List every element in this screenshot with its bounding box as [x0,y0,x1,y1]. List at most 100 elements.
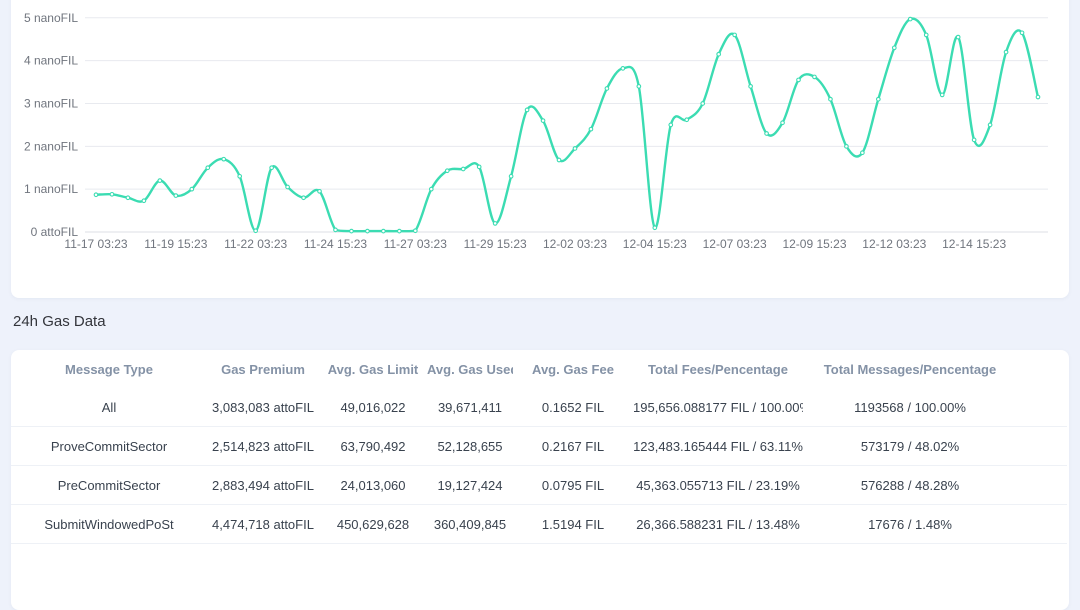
data-point [749,85,753,89]
table-cell: 63,790,492 [319,427,427,466]
table-cell: 26,366.588231 FIL / 13.48% [633,505,803,544]
table-cell: 360,409,845 [427,505,513,544]
data-point [414,229,418,233]
table-cell: 573179 / 48.02% [803,427,1067,466]
x-axis-label: 12-12 03:23 [862,237,926,251]
table-cell: 17676 / 1.48% [803,505,1067,544]
data-point [382,229,386,233]
data-point [190,187,194,191]
data-point [1004,50,1008,54]
data-point [924,33,928,37]
data-point [94,193,98,197]
x-axis-label: 12-14 15:23 [942,237,1006,251]
data-point [701,102,705,106]
data-point [110,193,114,197]
x-axis-label: 12-02 03:23 [543,237,607,251]
data-point [286,185,290,189]
data-point [621,67,625,71]
data-point [429,187,433,191]
table-cell: 2,514,823 attoFIL [207,427,319,466]
table-cell: 3,083,083 attoFIL [207,388,319,427]
data-point [477,165,481,169]
table-cell: 1193568 / 100.00% [803,388,1067,427]
x-axis-label: 11-19 15:23 [144,237,207,251]
x-axis-label: 11-22 03:23 [224,237,287,251]
y-axis-label: 1 nanoFIL [24,182,78,196]
gas-premium-chart[interactable]: 0 attoFIL1 nanoFIL2 nanoFIL3 nanoFIL4 na… [11,0,1069,298]
y-axis-label: 5 nanoFIL [24,11,78,25]
table-header-row: Message TypeGas PremiumAvg. Gas LimitAvg… [11,351,1067,388]
table-cell: 4,474,718 attoFIL [207,505,319,544]
data-point [605,87,609,91]
table-row: All3,083,083 attoFIL49,016,02239,671,411… [11,388,1067,427]
data-point [908,17,912,21]
data-point [653,226,657,230]
data-point [765,132,769,136]
table-cell: 450,629,628 [319,505,427,544]
table-cell: 52,128,655 [427,427,513,466]
data-point [541,119,545,123]
data-point [589,127,593,131]
column-header: Total Messages/Pencentage [803,351,1067,388]
data-point [940,93,944,97]
data-point [350,229,354,233]
table-cell: 0.0795 FIL [513,466,633,505]
data-point [1036,95,1040,99]
table-cell: 49,016,022 [319,388,427,427]
table-cell: 39,671,411 [427,388,513,427]
column-header: Avg. Gas Limit [319,351,427,388]
data-point [893,46,897,50]
table-cell: 24,013,060 [319,466,427,505]
column-header: Avg. Gas Used [427,351,513,388]
data-point [445,169,449,173]
data-point [717,52,721,56]
x-axis-label: 11-24 15:23 [304,237,367,251]
data-point [174,194,178,198]
y-axis-label: 4 nanoFIL [24,54,78,68]
data-point [222,157,226,161]
table-row: SubmitWindowedPoSt4,474,718 attoFIL450,6… [11,505,1067,544]
data-point [829,97,833,101]
data-point [797,78,801,82]
data-point [509,175,513,179]
data-point [270,166,274,170]
data-point [1020,31,1024,35]
data-point [461,167,465,171]
column-header: Avg. Gas Fee [513,351,633,388]
table-cell: 45,363.055713 FIL / 23.19% [633,466,803,505]
table-cell: 123,483.165444 FIL / 63.11% [633,427,803,466]
gas-trend-card: 0 attoFIL1 nanoFIL2 nanoFIL3 nanoFIL4 na… [11,0,1069,298]
column-header: Total Fees/Pencentage [633,351,803,388]
x-axis-label: 12-04 15:23 [623,237,687,251]
data-point [302,196,306,200]
data-point [525,108,529,112]
column-header: Gas Premium [207,351,319,388]
data-point [334,228,338,232]
table-cell: 2,883,494 attoFIL [207,466,319,505]
y-axis-label: 3 nanoFIL [24,96,78,110]
table-cell: 195,656.088177 FIL / 100.00% [633,388,803,427]
table-cell: 576288 / 48.28% [803,466,1067,505]
table-cell: PreCommitSector [11,466,207,505]
data-point [573,147,577,151]
data-point [669,123,673,127]
data-point [398,229,402,233]
data-point [142,199,146,203]
column-header: Message Type [11,351,207,388]
data-point [637,85,641,89]
x-axis-label: 11-29 15:23 [464,237,527,251]
data-point [254,229,258,233]
table-cell: SubmitWindowedPoSt [11,505,207,544]
gas-table-card: Message TypeGas PremiumAvg. Gas LimitAvg… [11,350,1069,610]
data-point [972,138,976,142]
data-point [861,151,865,155]
data-point [813,75,817,79]
data-point [685,118,689,122]
data-point [493,222,497,226]
data-point [845,145,849,149]
data-point [158,179,162,183]
table-row: PreCommitSector2,883,494 attoFIL24,013,0… [11,466,1067,505]
table-cell: ProveCommitSector [11,427,207,466]
data-point [366,229,370,233]
data-point [781,121,785,125]
